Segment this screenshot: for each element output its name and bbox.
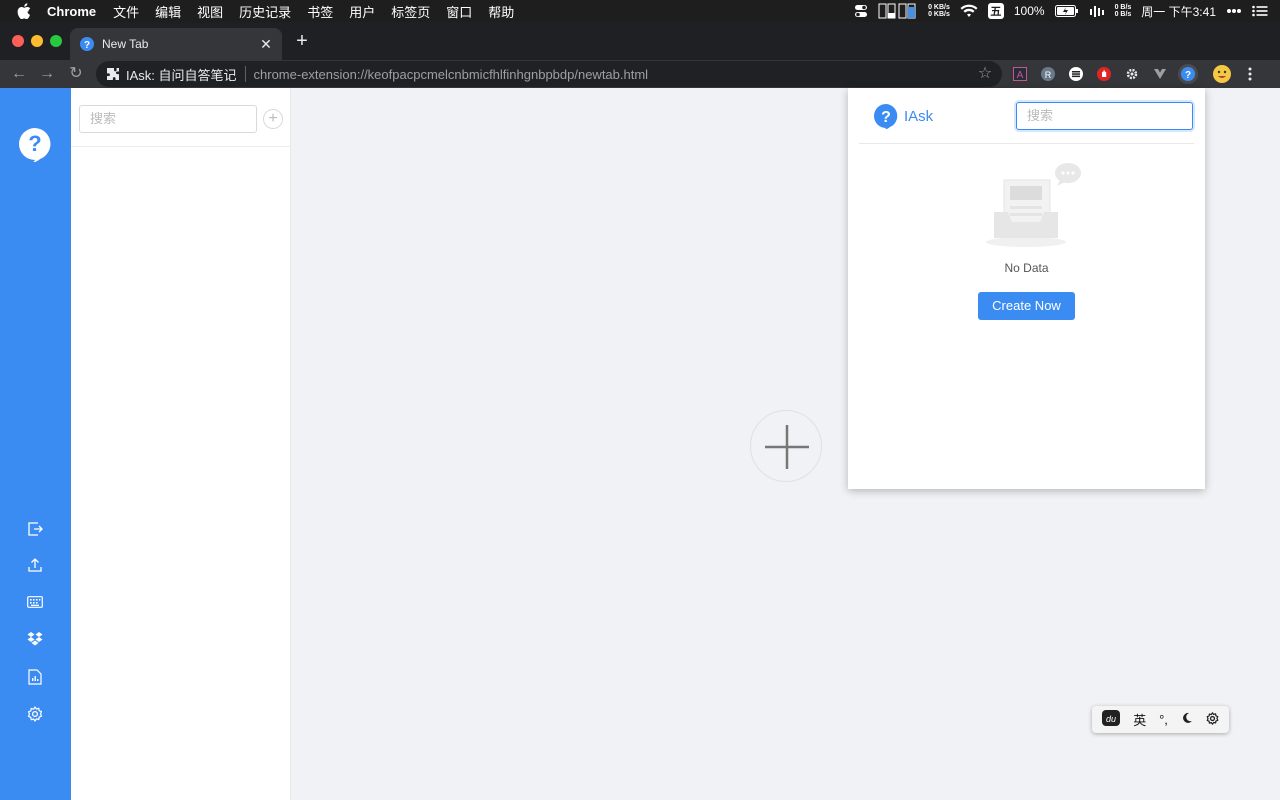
menu-bookmarks[interactable]: 书签 (307, 2, 333, 21)
plus-icon (765, 425, 809, 469)
menu-view[interactable]: 视图 (197, 2, 223, 21)
omnibox-separator (244, 66, 246, 82)
moon-icon[interactable] (1181, 712, 1193, 727)
menu-user[interactable]: 用户 (349, 2, 375, 21)
svg-text:?: ? (84, 40, 90, 51)
net2-down: 0 B/s (1114, 11, 1132, 18)
app-sidebar: ? (0, 88, 71, 800)
ime-settings-icon[interactable] (1206, 711, 1219, 728)
svg-text:?: ? (1185, 70, 1191, 81)
extension-iask-icon[interactable]: ? (1178, 64, 1198, 84)
reload-button[interactable]: ↻ (66, 64, 86, 84)
clock[interactable]: 周一 下午3:41 (1141, 3, 1216, 20)
toggle-icon[interactable] (854, 4, 868, 18)
iask-popup: ? IAsk 搜索 No Data Create Now (848, 88, 1205, 489)
cpu-meter-icon[interactable] (878, 3, 918, 19)
url-text[interactable]: chrome-extension://keofpacpcmelcnbmicfhl… (254, 67, 649, 82)
menu-edit[interactable]: 编辑 (155, 2, 181, 21)
battery-icon[interactable] (1054, 5, 1079, 17)
net2-up: 0 B/s (1114, 4, 1132, 11)
address-bar[interactable]: IAsk: 自问自答笔记 chrome-extension://keofpacp… (96, 61, 1002, 87)
ime-language-toggle[interactable]: 英 (1133, 710, 1146, 729)
extension-r-icon[interactable]: R (1038, 64, 1058, 84)
add-note-button[interactable]: + (263, 109, 283, 129)
svg-text:du: du (1106, 714, 1116, 724)
net-down: 0 KB/s (928, 11, 950, 18)
back-button[interactable]: ← (9, 64, 29, 84)
wifi-icon[interactable] (960, 4, 978, 18)
audio-meter-icon[interactable] (1089, 4, 1105, 18)
logout-icon[interactable] (25, 519, 45, 539)
tab-title: New Tab (102, 37, 149, 51)
upload-icon[interactable] (25, 555, 45, 575)
browser-toolbar: ← → ↻ IAsk: 自问自答笔记 chrome-extension://ke… (0, 60, 1280, 88)
chrome-menu-icon[interactable] (1240, 64, 1260, 84)
svg-text:A: A (1017, 70, 1024, 81)
menu-tab[interactable]: 标签页 (391, 2, 430, 21)
svg-text:?: ? (881, 109, 891, 126)
bookmark-star-icon[interactable]: ☆ (976, 65, 994, 83)
menu-file[interactable]: 文件 (113, 2, 139, 21)
extension-hand-icon[interactable] (1094, 64, 1114, 84)
ime-indicator[interactable]: 五 (987, 3, 1004, 19)
note-list-divider (71, 146, 291, 147)
create-now-button[interactable]: Create Now (978, 292, 1075, 320)
ime-toolbar: du 英 °, (1092, 706, 1229, 733)
net-speed: 0 KB/s 0 KB/s (928, 4, 950, 18)
iask-favicon-icon: ? (80, 37, 94, 51)
keyboard-icon[interactable] (25, 592, 45, 612)
zoom-window-button[interactable] (50, 35, 62, 47)
svg-text:R: R (1045, 70, 1052, 80)
new-tab-button[interactable]: + (292, 31, 312, 51)
forward-button[interactable]: → (37, 64, 57, 84)
menu-help[interactable]: 帮助 (488, 2, 514, 21)
extension-vue-icon[interactable] (1150, 64, 1170, 84)
iask-brand-icon: ? (874, 104, 898, 129)
document-chart-icon[interactable] (25, 667, 45, 687)
apple-icon[interactable] (17, 3, 31, 19)
extension-stack-icon[interactable] (1066, 64, 1086, 84)
site-name: IAsk: 自问自答笔记 (126, 67, 237, 83)
svg-text:?: ? (28, 131, 41, 156)
tab-close-icon[interactable]: ✕ (258, 36, 274, 52)
note-search-input[interactable]: 搜索 (79, 105, 257, 133)
extension-gear-icon[interactable] (1122, 64, 1142, 84)
iask-logo-icon[interactable]: ? (17, 126, 53, 162)
menu-app-name[interactable]: Chrome (47, 4, 96, 19)
dropbox-icon[interactable] (25, 629, 45, 649)
extension-a-icon[interactable]: A (1010, 64, 1030, 84)
ime-punctuation-toggle[interactable]: °, (1159, 712, 1168, 727)
profile-avatar[interactable] (1212, 64, 1232, 84)
menubar-status-area: 0 KB/s 0 KB/s 五 100% 0 B/s 0 B/s 周一 下午3:… (854, 0, 1268, 22)
note-list-panel: 搜索 + (71, 88, 291, 800)
minimize-window-button[interactable] (31, 35, 43, 47)
popup-search-input[interactable]: 搜索 (1016, 102, 1193, 130)
menu-history[interactable]: 历史记录 (239, 2, 291, 21)
brand-name: IAsk (904, 107, 934, 125)
net-up: 0 KB/s (928, 4, 950, 11)
tab-new-tab[interactable]: ? New Tab ✕ (70, 28, 282, 60)
empty-inbox-illustration (986, 163, 1081, 247)
battery-percent: 100% (1013, 4, 1045, 18)
puzzle-icon (107, 68, 119, 80)
more-dots-icon[interactable] (1226, 8, 1242, 14)
empty-state-text: No Data (1004, 261, 1049, 275)
net-speed-2: 0 B/s 0 B/s (1115, 4, 1132, 18)
popup-divider (859, 143, 1194, 144)
macos-menubar: Chrome 文件 编辑 视图 历史记录 书签 用户 标签页 窗口 帮助 0 K… (0, 0, 1280, 22)
baidu-paw-icon[interactable]: du (1102, 710, 1121, 729)
settings-gear-icon[interactable] (25, 704, 45, 724)
close-window-button[interactable] (12, 35, 24, 47)
tab-strip: ? New Tab ✕ + (0, 22, 1280, 60)
create-note-button[interactable] (750, 410, 822, 482)
popup-brand: ? IAsk (873, 103, 933, 129)
extensions-bar: A R ? (1010, 64, 1260, 84)
menu-window[interactable]: 窗口 (446, 2, 472, 21)
notification-list-icon[interactable] (1252, 5, 1268, 17)
